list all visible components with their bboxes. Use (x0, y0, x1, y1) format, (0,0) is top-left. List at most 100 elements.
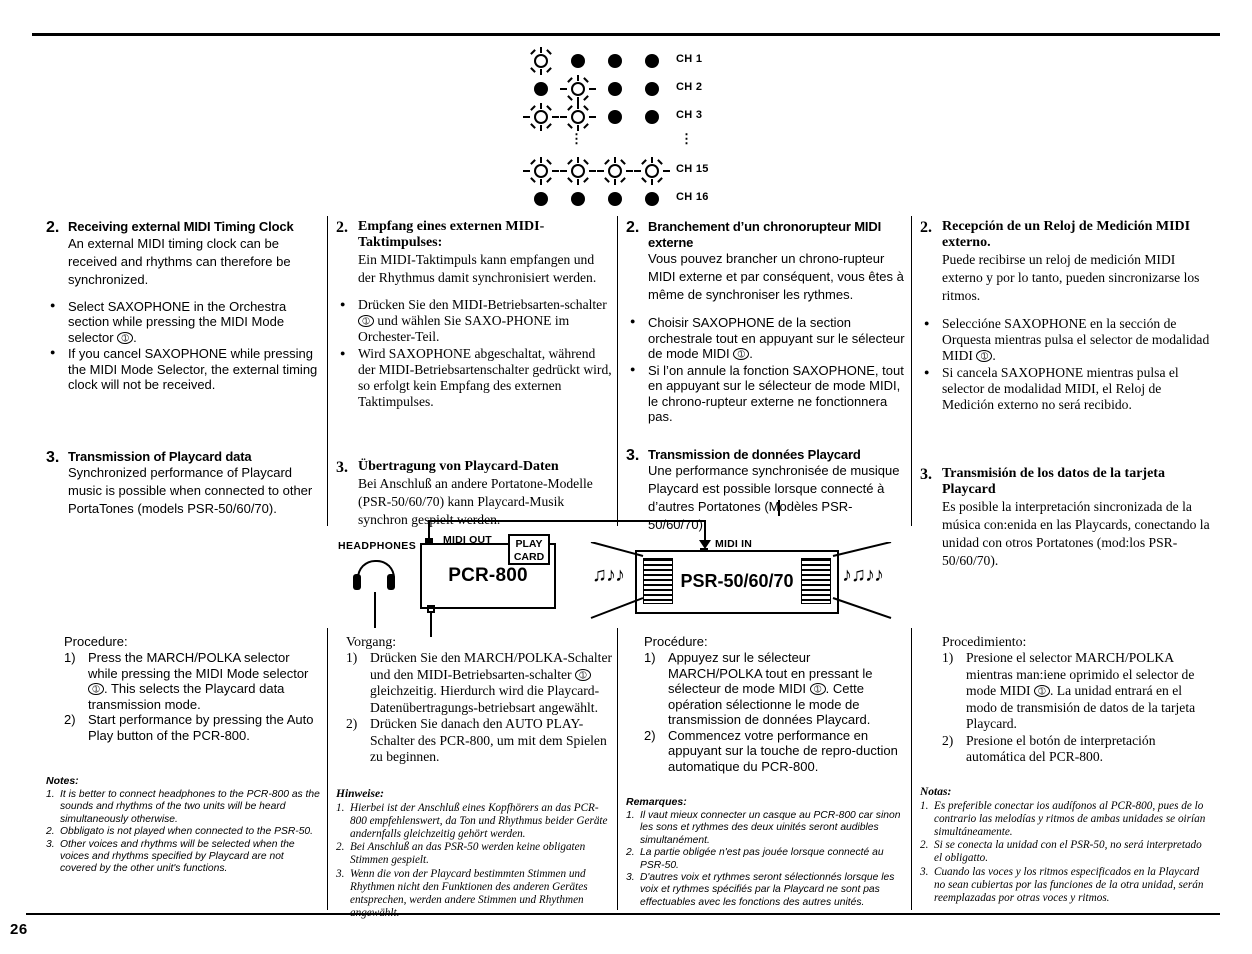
note-item: 1. Es preferible conectar ios audífonos a… (920, 800, 1210, 840)
procedure-title: Procedure: (64, 634, 128, 649)
led-off-icon (602, 186, 628, 212)
note-number: 1. (626, 810, 635, 821)
led-lit-icon (560, 75, 596, 103)
note-text: Hierbei ist der Anschluß eines Kopfhörer… (350, 801, 608, 840)
callout-18-icon: ➀ (976, 350, 993, 362)
step-text-tail: gleichzeitig. Hierdurch wird die Playcar… (370, 683, 600, 715)
bullet-text-tail: . (992, 348, 996, 363)
diagram-wire-horizontal (428, 520, 706, 522)
bullet-item: Choisir SAXOPHONE de la section orchestr… (626, 314, 906, 362)
bottom-rule (26, 913, 1220, 915)
bullet-item: Wird SAXOPHONE abgeschaltat, während der… (336, 345, 612, 410)
section-heading: Transmission of Playcard data (68, 448, 252, 464)
notes-title: Notes: (46, 775, 79, 787)
note-item: 2. Bei Anschluß an das PSR-50 werden kein… (336, 841, 612, 867)
note-number: 1. (46, 789, 55, 800)
note-item: 1. It is better to connect headphones to … (46, 789, 322, 826)
section-body: An external MIDI timing clock can be rec… (68, 235, 291, 287)
led-lit-icon (634, 157, 670, 185)
procedure-steps: 1) Drücken Sie den MARCH/POLKA-Schalter u… (336, 650, 612, 766)
section-body: Ein MIDI-Taktimpuls kann empfangen und d… (358, 252, 597, 285)
diagram-wire (778, 500, 780, 516)
note-text: La partie obligée n'est pas jouée lorsqu… (640, 847, 884, 871)
callout-18-icon: ➀ (574, 668, 591, 681)
callout-18-icon: ➀ (358, 315, 374, 327)
headphones-label: HEADPHONES (338, 540, 417, 552)
notes-block-french: Remarques: 1. Il vaut mieux connecter un … (626, 796, 906, 909)
sound-cone-left-icon (590, 542, 644, 619)
column-divider (617, 216, 618, 526)
notes-list: 1. Il vaut mieux connecter un casque au P… (626, 810, 906, 909)
led-lit-icon (523, 103, 559, 131)
note-item: 3. Cuando las voces y los ritmos especifi… (920, 866, 1210, 906)
procedure-steps: 1) Presione el selector MARCH/POLKA mient… (920, 650, 1210, 766)
led-off-icon (565, 48, 591, 74)
procedure-steps: 1) Appuyez sur le sélecteur MARCH/POLKA t… (626, 650, 906, 774)
column-divider (911, 216, 912, 526)
column-divider (327, 628, 328, 910)
led-lit-icon (523, 157, 559, 185)
notes-title: Hinweise: (336, 787, 384, 800)
step-number: 2) (644, 727, 656, 743)
section-heading: Receiving external MIDI Timing Clock (68, 219, 294, 234)
psr-device: PSR-50/60/70 (635, 550, 839, 614)
callout-18-icon: ➀ (809, 683, 826, 695)
led-lit-icon (597, 157, 633, 185)
bullet-text-tail: . (133, 329, 137, 345)
led-off-icon (528, 186, 554, 212)
note-item: 2. Obbligato is not played when connected… (46, 826, 322, 838)
note-text: Obbligato is not played when connected t… (60, 826, 314, 838)
bullet-item: Seleccióne SAXOPHONE en la sección de Or… (920, 315, 1210, 364)
section-heading: Empfang eines externen MIDI-Taktimpulses… (358, 219, 545, 250)
note-number: 2. (626, 847, 635, 859)
step-text: Commencez votre performance en appuyant … (668, 727, 898, 774)
step-text: Press the MARCH/POLKA selector while pre… (88, 650, 309, 681)
led-row: CH 16 (528, 186, 718, 214)
note-number: 1. (336, 801, 345, 814)
notes-title: Notas: (920, 785, 952, 798)
bullet-text-tail: und wählen Sie SAXO-PHONE im Orchester-T… (358, 313, 570, 344)
led-lit-icon (528, 47, 554, 75)
led-row-label: CH 15 (676, 163, 709, 175)
notes-list: 1. It is better to connect headphones to … (46, 789, 322, 876)
section-2-spanish-bullets: Seleccióne SAXOPHONE en la sección de Or… (920, 315, 1210, 413)
section-body: Vous pouvez brancher un chrono-rupteur M… (648, 251, 904, 302)
note-item: 1. Hierbei ist der Anschluß eines Kopfhör… (336, 802, 612, 842)
section-number: 3. (626, 446, 640, 464)
headphone-jack-icon (426, 605, 436, 637)
note-text: Il vaut mieux connecter un casque au PCR… (640, 810, 901, 846)
section-body: Es posible la interpretación sincronizad… (942, 499, 1210, 568)
procedure-step: 1) Appuyez sur le sélecteur MARCH/POLKA t… (644, 650, 906, 728)
led-off-icon (602, 104, 628, 130)
bullet-item: Si cancela SAXOPHONE mientras pulsa el s… (920, 364, 1210, 413)
callout-18-icon: ➀ (88, 683, 104, 695)
led-row: CH 2 (528, 75, 718, 104)
led-row-label: CH 2 (676, 81, 703, 93)
step-number: 1) (644, 650, 656, 665)
led-off-icon (528, 76, 554, 102)
playcard-slot: PLAY CARD (508, 534, 550, 565)
column-english-top: 2. Receiving external MIDI Timing Clock … (46, 219, 322, 530)
section-number: 2. (46, 219, 60, 236)
note-number: 1. (920, 799, 929, 812)
section-body: Puede recibirse un reloj de medición MID… (942, 252, 1200, 303)
section-body: Synchronized performance of Playcard mus… (68, 465, 313, 516)
step-text: Drücken Sie danach den AUTO PLAY-Schalte… (370, 716, 607, 764)
note-number: 3. (336, 867, 345, 880)
step-number: 1) (346, 650, 358, 665)
bullet-text: Si l’on annule la fonction SAXOPHONE, to… (648, 362, 904, 425)
column-french-top: 2. Branchement d’un chronorupteur MIDI e… (626, 219, 906, 546)
notes-title: Remarques: (626, 796, 687, 808)
notes-block-spanish: Notas: 1. Es preferible conectar ios audí… (920, 786, 1210, 906)
notes-block-german: Hinweise: 1. Hierbei ist der Anschluß ein… (336, 788, 612, 921)
column-spanish-bottom: Procedimiento: 1) Presione el selector MA… (920, 634, 1210, 905)
procedure-steps: 1) Press the MARCH/POLKA selector while p… (46, 650, 322, 743)
section-heading: Transmission de données Playcard (648, 446, 861, 462)
bullet-text: Choisir SAXOPHONE de la section orchestr… (648, 315, 905, 361)
step-number: 2) (346, 716, 358, 731)
step-number: 1) (942, 650, 954, 665)
section-2-english: 2. Receiving external MIDI Timing Clock … (46, 219, 322, 289)
section-2-german-bullets: Drücken Sie den MIDI-Betriebsarten-schal… (336, 296, 612, 410)
led-row-label: CH 1 (676, 53, 703, 65)
procedure-step: 2) Start performance by pressing the Auto… (64, 712, 322, 743)
